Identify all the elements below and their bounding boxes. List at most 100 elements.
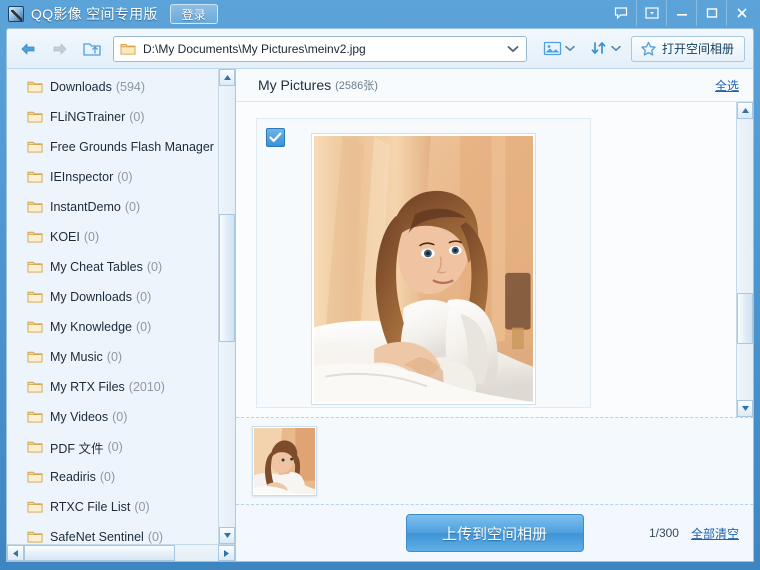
folder-item[interactable]: PDF 文件(0) bbox=[7, 432, 218, 462]
folder-item[interactable]: Free Grounds Flash Manager 3.1 bbox=[7, 132, 218, 162]
folder-item[interactable]: IEInspector(0) bbox=[7, 162, 218, 192]
upload-button[interactable]: 上传到空间相册 bbox=[406, 514, 584, 552]
scroll-down-button[interactable] bbox=[737, 400, 753, 417]
menu-button[interactable] bbox=[636, 0, 666, 26]
sort-combo[interactable] bbox=[585, 36, 625, 62]
forward-button[interactable] bbox=[47, 36, 73, 62]
folder-count: (0) bbox=[112, 410, 127, 424]
scroll-down-icon bbox=[223, 532, 232, 539]
folder-count: (0) bbox=[136, 290, 151, 304]
main-vertical-scrollbar[interactable] bbox=[736, 102, 753, 417]
folder-item[interactable]: Downloads(594) bbox=[7, 72, 218, 102]
scroll-right-button[interactable] bbox=[218, 545, 235, 561]
scroll-down-button[interactable] bbox=[219, 527, 235, 544]
scroll-up-button[interactable] bbox=[219, 69, 235, 86]
folder-item[interactable]: Readiris(0) bbox=[7, 462, 218, 492]
chat-bubble-icon bbox=[614, 7, 628, 19]
tray-thumbnail[interactable] bbox=[252, 426, 317, 496]
footer-right: 1/300 全部清空 bbox=[649, 525, 739, 542]
photo-checkbox[interactable] bbox=[266, 128, 285, 147]
address-bar[interactable]: D:\My Documents\My Pictures\meinv2.jpg bbox=[113, 36, 527, 62]
folder-item[interactable]: KOEI(0) bbox=[7, 222, 218, 252]
folder-count: (0) bbox=[107, 440, 122, 454]
folder-icon bbox=[27, 290, 43, 304]
folder-count: (0) bbox=[125, 200, 140, 214]
folder-name: My Downloads bbox=[50, 290, 132, 304]
folder-count: (0) bbox=[100, 470, 115, 484]
scroll-up-button[interactable] bbox=[737, 102, 753, 119]
sidebar-vertical-scrollbar[interactable] bbox=[218, 69, 235, 544]
feedback-button[interactable] bbox=[606, 0, 636, 26]
view-mode-combo[interactable] bbox=[539, 36, 579, 62]
folder-item[interactable]: My Cheat Tables (0) bbox=[7, 252, 218, 282]
folder-count: (2010) bbox=[129, 380, 165, 394]
folder-item[interactable]: InstantDemo (0) bbox=[7, 192, 218, 222]
folder-name: My Cheat Tables bbox=[50, 260, 143, 274]
toolbar: D:\My Documents\My Pictures\meinv2.jpg bbox=[6, 28, 754, 68]
folder-icon bbox=[27, 350, 43, 364]
folder-icon bbox=[27, 230, 43, 244]
sidebar-hscroll-thumb[interactable] bbox=[24, 545, 175, 561]
close-icon bbox=[735, 7, 749, 19]
window-controls bbox=[606, 0, 756, 26]
checkmark-icon bbox=[269, 132, 282, 143]
folder-count: (0) bbox=[136, 320, 151, 334]
maximize-button[interactable] bbox=[696, 0, 726, 26]
folder-count: (594) bbox=[116, 80, 145, 94]
main-panel: My Pictures (2586张) 全选 bbox=[236, 69, 753, 561]
folder-item[interactable]: My RTX Files(2010) bbox=[7, 372, 218, 402]
select-all-link[interactable]: 全选 bbox=[715, 77, 739, 94]
open-album-button[interactable]: 打开空间相册 bbox=[631, 36, 745, 62]
folder-count: (0) bbox=[129, 110, 144, 124]
folder-icon bbox=[27, 80, 43, 94]
folder-count: (0) bbox=[147, 260, 162, 274]
folder-item[interactable]: My Videos(0) bbox=[7, 402, 218, 432]
folder-icon bbox=[27, 470, 43, 484]
main-scroll-thumb[interactable] bbox=[737, 293, 753, 344]
clear-all-link[interactable]: 全部清空 bbox=[691, 525, 739, 542]
folder-icon bbox=[27, 530, 43, 544]
sidebar-hscroll-track[interactable] bbox=[24, 545, 218, 561]
sidebar-scroll-track[interactable] bbox=[219, 86, 235, 527]
folder-count: (0) bbox=[148, 530, 163, 544]
folder-sidebar: Downloads(594)FLiNGTrainer(0)Free Ground… bbox=[7, 69, 236, 561]
folder-item[interactable]: My Knowledge (0) bbox=[7, 312, 218, 342]
scroll-left-icon bbox=[12, 549, 19, 558]
photo-cell[interactable] bbox=[256, 118, 591, 408]
forward-arrow-icon bbox=[51, 41, 69, 57]
folder-name: RTXC File List bbox=[50, 500, 130, 514]
main-scroll-track[interactable] bbox=[737, 119, 753, 400]
folder-icon bbox=[27, 140, 43, 154]
folder-item[interactable]: My Downloads (0) bbox=[7, 282, 218, 312]
star-icon bbox=[640, 41, 657, 57]
sidebar-scroll-thumb[interactable] bbox=[219, 214, 235, 342]
photo-count: (2586张) bbox=[335, 77, 378, 93]
folder-item[interactable]: RTXC File List (0) bbox=[7, 492, 218, 522]
address-input[interactable]: D:\My Documents\My Pictures\meinv2.jpg bbox=[143, 42, 504, 56]
folder-icon bbox=[27, 440, 43, 454]
chevron-down-icon bbox=[565, 45, 575, 52]
up-folder-icon bbox=[82, 40, 102, 58]
folder-name: InstantDemo bbox=[50, 200, 121, 214]
chevron-down-icon bbox=[611, 45, 621, 52]
sidebar-horizontal-scrollbar[interactable] bbox=[7, 544, 235, 561]
folder-item[interactable]: FLiNGTrainer(0) bbox=[7, 102, 218, 132]
address-dropdown-button[interactable] bbox=[504, 45, 522, 53]
back-button[interactable] bbox=[15, 36, 41, 62]
folder-count: (0) bbox=[84, 230, 99, 244]
folder-icon bbox=[27, 110, 43, 124]
folder-count: (0) bbox=[134, 500, 149, 514]
folder-count: (0) bbox=[117, 170, 132, 184]
footer-bar: 上传到空间相册 1/300 全部清空 bbox=[236, 505, 753, 561]
folder-item[interactable]: My Music(0) bbox=[7, 342, 218, 372]
scroll-down-icon bbox=[741, 405, 750, 412]
open-album-label: 打开空间相册 bbox=[662, 40, 734, 57]
scroll-left-button[interactable] bbox=[7, 545, 24, 561]
minimize-button[interactable] bbox=[666, 0, 696, 26]
close-button[interactable] bbox=[726, 0, 756, 26]
login-button[interactable]: 登录 bbox=[170, 4, 218, 24]
folder-name: My Knowledge bbox=[50, 320, 132, 334]
folder-item[interactable]: SafeNet Sentinel(0) bbox=[7, 522, 218, 544]
up-folder-button[interactable] bbox=[79, 36, 105, 62]
scroll-up-icon bbox=[223, 74, 232, 81]
